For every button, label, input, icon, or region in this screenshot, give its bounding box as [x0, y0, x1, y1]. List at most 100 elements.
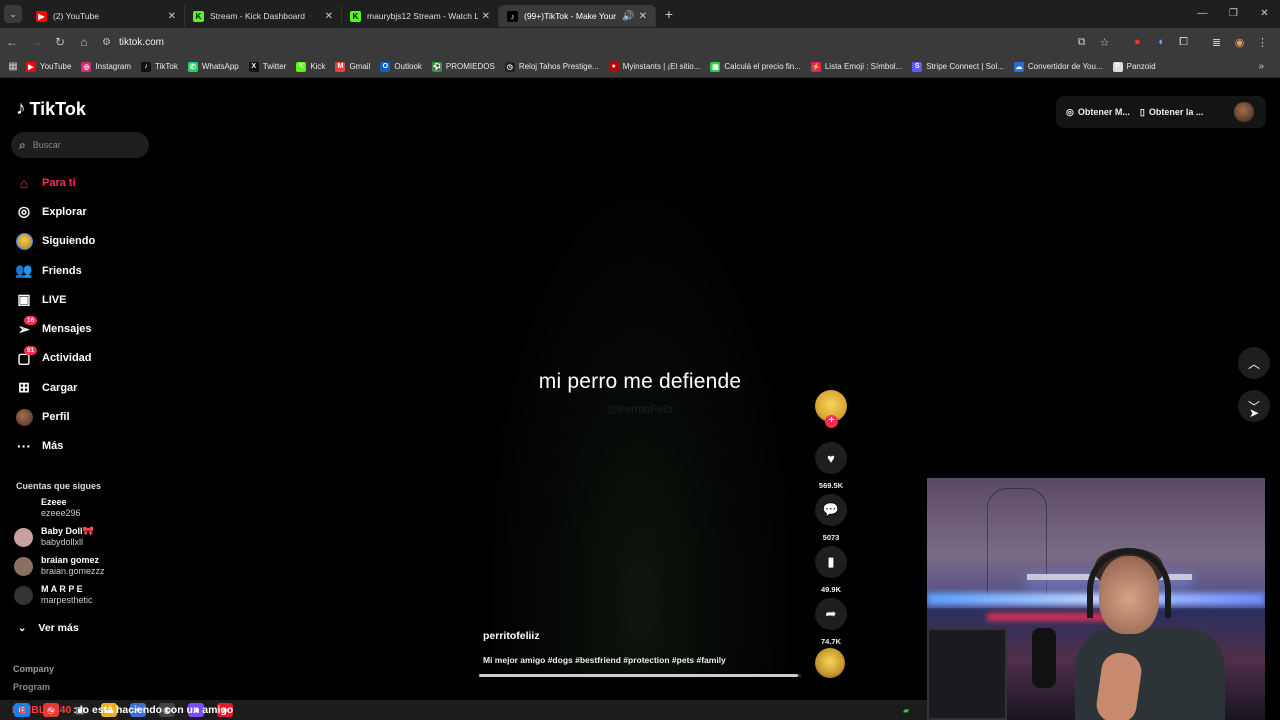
sidebar-item-compass[interactable]: ◎ Explorar — [14, 197, 164, 226]
close-icon[interactable]: ✕ — [639, 11, 647, 22]
extensions-puzzle-icon[interactable]: ⧠ — [1172, 36, 1195, 49]
extension-record-icon[interactable]: ● — [1126, 36, 1149, 48]
following-account[interactable]: braian gomez braian.gomezzz — [14, 555, 154, 577]
sidebar-item-messages[interactable]: ➢ 16 Mensajes — [14, 314, 164, 343]
mouse-cursor-icon: ➤ — [1249, 406, 1260, 420]
video-player[interactable] — [477, 158, 803, 678]
bookmark-1[interactable]: ◎ Instagram — [81, 61, 131, 72]
reading-list-icon[interactable]: ≣ — [1205, 36, 1228, 49]
avatar — [14, 498, 33, 518]
bookmark-0[interactable]: ▶ YouTube — [26, 61, 72, 72]
reload-icon[interactable]: ↻ — [48, 35, 72, 49]
close-icon[interactable]: ✕ — [482, 11, 490, 22]
apps-grid-icon[interactable]: ▦ — [0, 61, 26, 72]
sidebar-item-friends[interactable]: 👥 Friends — [14, 256, 164, 285]
phone-icon: ▯ — [1139, 106, 1145, 117]
comment-icon: 💬 — [815, 494, 847, 526]
close-icon[interactable]: ✕ — [168, 11, 176, 22]
following-account[interactable]: M A R P Emarpesthetic — [14, 584, 154, 606]
comment-button[interactable]: 💬 5073 — [815, 494, 847, 542]
site-info-icon[interactable]: ⚙ — [102, 37, 111, 48]
sidebar-item-label: Mensajes — [42, 323, 92, 336]
nvidia-icon[interactable]: ▰ — [903, 706, 909, 715]
bookmark-4[interactable]: X Twitter — [248, 61, 286, 72]
restore-icon[interactable]: ❐ — [1218, 0, 1249, 28]
bookmark-5[interactable]: K Kick — [296, 61, 325, 72]
forward-icon[interactable]: → — [24, 35, 48, 49]
sidebar-item-more[interactable]: ··· Más — [14, 432, 164, 461]
speaker-icon[interactable]: 🔊 — [622, 11, 634, 22]
minimize-icon[interactable]: — — [1187, 0, 1218, 28]
avatar — [14, 527, 33, 547]
music-disc-icon[interactable] — [815, 648, 845, 678]
profile-avatar-icon[interactable]: ◉ — [1228, 36, 1251, 49]
bookmark-label: Convertidor de You... — [1027, 62, 1103, 71]
previous-video-button[interactable]: ︿ — [1238, 347, 1270, 379]
user-avatar[interactable] — [1234, 102, 1254, 122]
bookmark-7[interactable]: O Outlook — [380, 61, 422, 72]
bookmark-3[interactable]: ✆ WhatsApp — [187, 61, 239, 72]
bookmark-6[interactable]: M Gmail — [335, 61, 371, 72]
sidebar-item-live[interactable]: ▣ LIVE — [14, 285, 164, 314]
kick-icon: K — [350, 10, 361, 22]
sidebar-item-activity[interactable]: ▢ 91 Actividad — [14, 344, 164, 373]
bookmark-favicon-icon: K — [296, 61, 307, 72]
bookmark-2[interactable]: ♪ TikTok — [141, 61, 178, 72]
bookmark-label: Gmail — [349, 62, 371, 71]
save-button[interactable]: ▮ 49.9K — [815, 546, 847, 594]
window-controls: — ❐ ✕ — [1187, 0, 1280, 28]
bookmark-8[interactable]: ⚽ PROMIEDOS — [431, 61, 495, 72]
install-app-icon[interactable]: ⧉ — [1070, 36, 1093, 49]
following-account[interactable]: Ezeee ezeee296 — [14, 497, 154, 519]
video-progress-bar[interactable] — [479, 674, 801, 677]
search-input[interactable]: ⌕ Buscar — [11, 132, 149, 158]
footer-program-link[interactable]: Program — [13, 682, 50, 692]
extension-wave-icon[interactable]: ◖ — [1149, 36, 1172, 48]
new-tab-button[interactable]: + — [660, 6, 678, 22]
sidebar-item-following-avatar[interactable]: Siguiendo — [14, 227, 164, 256]
bookmark-star-icon[interactable]: ☆ — [1093, 36, 1116, 49]
footer-company-link[interactable]: Company — [13, 664, 54, 674]
sidebar-nav: ⌂ Para ti ◎ Explorar Siguiendo 👥 Friends ▣ LIVE ➢… — [14, 168, 164, 461]
home-icon[interactable]: ⌂ — [72, 35, 96, 49]
bookmark-12[interactable]: ⚡ Lista Emoji : Símbol... — [810, 61, 902, 72]
tab-tiktok[interactable]: ♪ (99+)TikTok - Make Your Da 🔊 ✕ — [499, 5, 656, 27]
avatar — [14, 556, 33, 576]
like-count: 569.5K — [818, 481, 844, 490]
following-account[interactable]: Baby Doll🎀 babydollxll — [14, 526, 154, 548]
back-icon[interactable]: ← — [0, 35, 24, 49]
get-app-button[interactable]: ▯ Obtener la ... — [1140, 107, 1203, 118]
follow-plus-icon[interactable]: + — [825, 415, 838, 428]
bookmark-10[interactable]: ● Myinstants | ¡El sitio... — [608, 61, 700, 72]
close-icon[interactable]: ✕ — [325, 11, 333, 22]
bookmark-15[interactable]: P Panzoid — [1112, 61, 1156, 72]
sidebar-item-profile-avatar[interactable]: Perfil — [14, 402, 164, 431]
video-description[interactable]: Mi mejor amigo #dogs #bestfriend #protec… — [483, 655, 726, 665]
browser-menu-icon[interactable]: ⋮ — [1251, 36, 1274, 49]
search-placeholder: Buscar — [32, 140, 61, 150]
tiktok-logo[interactable]: ♪ TikTok — [16, 98, 86, 120]
bookmark-favicon-icon: O — [380, 61, 391, 72]
url-field[interactable]: ⚙ tiktok.com — [102, 31, 1062, 53]
sidebar-item-label: Actividad — [42, 352, 92, 365]
share-button[interactable]: ➦ 74.7K — [815, 598, 847, 646]
sidebar-item-home[interactable]: ⌂ Para ti — [14, 168, 164, 197]
tab-kick-dashboard[interactable]: K Stream - Kick Dashboard ✕ — [185, 5, 342, 27]
ver-mas-button[interactable]: ⌄ Ver más — [18, 622, 79, 634]
tab-search-button[interactable]: ⌄ — [4, 5, 22, 23]
like-button[interactable]: ♥ 569.5K — [815, 442, 847, 490]
bookmark-label: Calculá el precio fin... — [724, 62, 801, 71]
tab-youtube[interactable]: ▶ (2) YouTube ✕ — [28, 5, 185, 27]
following-avatar-icon — [14, 231, 34, 251]
chevron-right-icon[interactable]: » — [1258, 61, 1264, 72]
sidebar-item-upload[interactable]: ⊞ Cargar — [14, 373, 164, 402]
bookmark-9[interactable]: ◷ Reloj Tahos Prestige... — [504, 61, 599, 72]
bookmark-label: YouTube — [40, 62, 72, 71]
bookmark-11[interactable]: ▦ Calculá el precio fin... — [710, 61, 801, 72]
get-coins-button[interactable]: ◎ Obtener M... — [1066, 107, 1130, 118]
tab-kick-stream[interactable]: K maurybjs12 Stream - Watch Liv ✕ — [342, 5, 499, 27]
bookmark-13[interactable]: S Stripe Connect | Sol... — [912, 61, 1004, 72]
video-author[interactable]: perritofeliiz — [483, 630, 540, 642]
bookmark-14[interactable]: ☁ Convertidor de You... — [1013, 61, 1103, 72]
close-window-icon[interactable]: ✕ — [1249, 0, 1280, 28]
